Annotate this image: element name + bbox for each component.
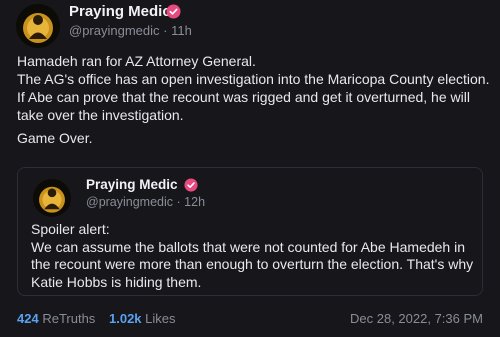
author-avatar[interactable] (16, 4, 60, 48)
author-name[interactable]: Praying Medic (69, 3, 171, 20)
verified-badge-icon (184, 178, 198, 192)
post-closing-line: Game Over. (17, 130, 93, 146)
verified-badge-icon (166, 4, 181, 19)
retruths-stat[interactable]: 424 ReTruths (17, 311, 95, 326)
retruths-count: 424 (17, 311, 39, 326)
quoted-author-meta: @prayingmedic · 12h (86, 195, 205, 209)
quoted-post[interactable]: Praying Medic @prayingmedic · 12h Spoile… (17, 167, 483, 296)
post-body-line: Hamadeh ran for AZ Attorney General. (17, 53, 256, 69)
post-timestamp[interactable]: Dec 28, 2022, 7:36 PM (350, 311, 483, 326)
avatar-image (33, 179, 71, 217)
post-body: Hamadeh ran for AZ Attorney General. The… (17, 52, 492, 124)
avatar-image (16, 4, 60, 48)
likes-label: Likes (145, 311, 176, 326)
quoted-post-body: Spoiler alert: We can assume the ballots… (31, 221, 476, 291)
meta-separator: · (176, 195, 181, 209)
post-card: Praying Medic @prayingmedic · 11h Hamade… (0, 0, 500, 337)
author-meta: @prayingmedic · 11h (69, 23, 192, 38)
quoted-body-line: We can assume the ballots that were not … (31, 238, 465, 255)
likes-stat[interactable]: 1.02k Likes (109, 311, 176, 326)
meta-separator: · (163, 23, 168, 38)
post-body-line: take over the investigation. (17, 107, 184, 123)
quoted-author-avatar[interactable] (33, 179, 71, 217)
author-handle[interactable]: @prayingmedic (69, 23, 160, 38)
post-body-line: If Abe can prove that the recount was ri… (17, 89, 470, 105)
post-body-line: The AG's office has an open investigatio… (17, 71, 490, 87)
post-time[interactable]: 11h (171, 23, 192, 38)
likes-count: 1.02k (109, 311, 142, 326)
quoted-author-name[interactable]: Praying Medic (86, 177, 178, 192)
post-footer: 424 ReTruths 1.02k Likes Dec 28, 2022, 7… (17, 309, 483, 329)
quoted-post-time[interactable]: 12h (184, 195, 205, 209)
retruths-label: ReTruths (42, 311, 96, 326)
quoted-body-line: the recount were more than enough to ove… (31, 256, 474, 272)
quoted-body-line: Spoiler alert: (31, 221, 110, 237)
quoted-author-handle[interactable]: @prayingmedic (86, 195, 173, 209)
quoted-body-line: Katie Hobbs is hiding them. (31, 273, 202, 290)
